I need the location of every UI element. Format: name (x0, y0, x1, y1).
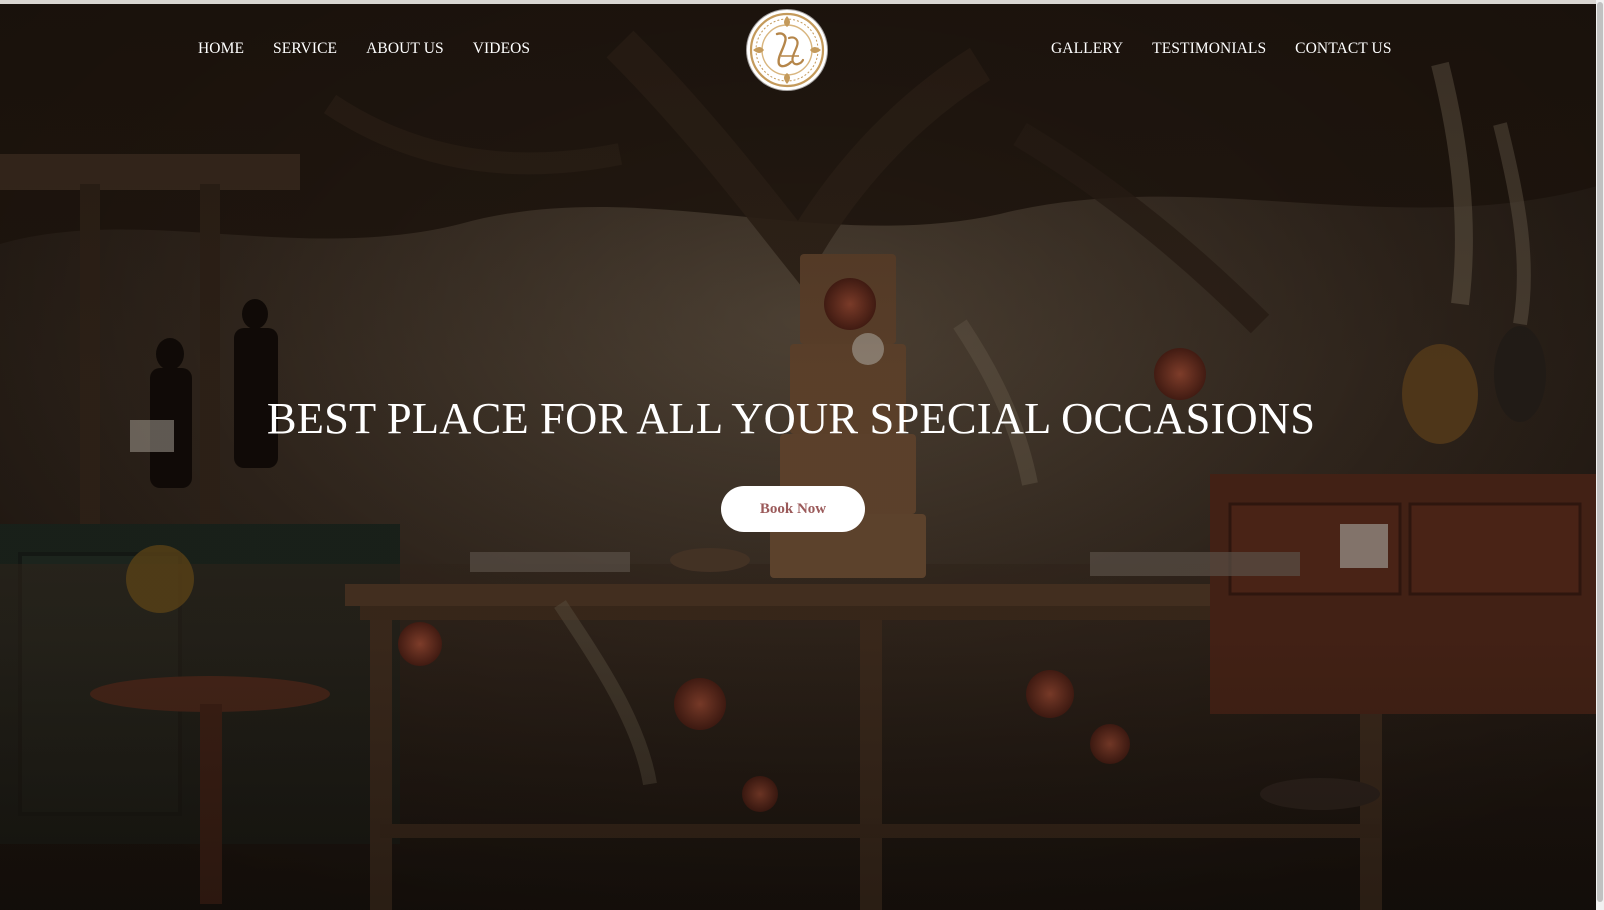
nav-link-videos[interactable]: VIDEOS (473, 40, 530, 58)
book-now-button[interactable]: Book Now (721, 486, 865, 532)
nav-link-contact-us[interactable]: CONTACT US (1295, 40, 1391, 58)
main-navigation: HOME SERVICE ABOUT US VIDEOS GALLERY TES… (0, 4, 1596, 94)
site-logo[interactable] (747, 10, 827, 90)
scrollbar-thumb[interactable] (1597, 2, 1603, 902)
nav-link-about-us[interactable]: ABOUT US (366, 40, 444, 58)
nav-link-testimonials[interactable]: TESTIMONIALS (1152, 40, 1266, 58)
nav-link-gallery[interactable]: GALLERY (1051, 40, 1123, 58)
nav-right-group: GALLERY TESTIMONIALS CONTACT US (1051, 40, 1392, 58)
page-scrollbar[interactable] (1596, 0, 1604, 910)
nav-left-group: HOME SERVICE ABOUT US VIDEOS (198, 40, 530, 58)
hero-section (0, 4, 1604, 910)
nav-link-service[interactable]: SERVICE (273, 40, 337, 58)
nav-link-home[interactable]: HOME (198, 40, 244, 58)
hero-dark-overlay (0, 4, 1604, 910)
hero-headline: BEST PLACE FOR ALL YOUR SPECIAL OCCASION… (266, 393, 1316, 443)
monogram-logo-icon (749, 12, 825, 88)
